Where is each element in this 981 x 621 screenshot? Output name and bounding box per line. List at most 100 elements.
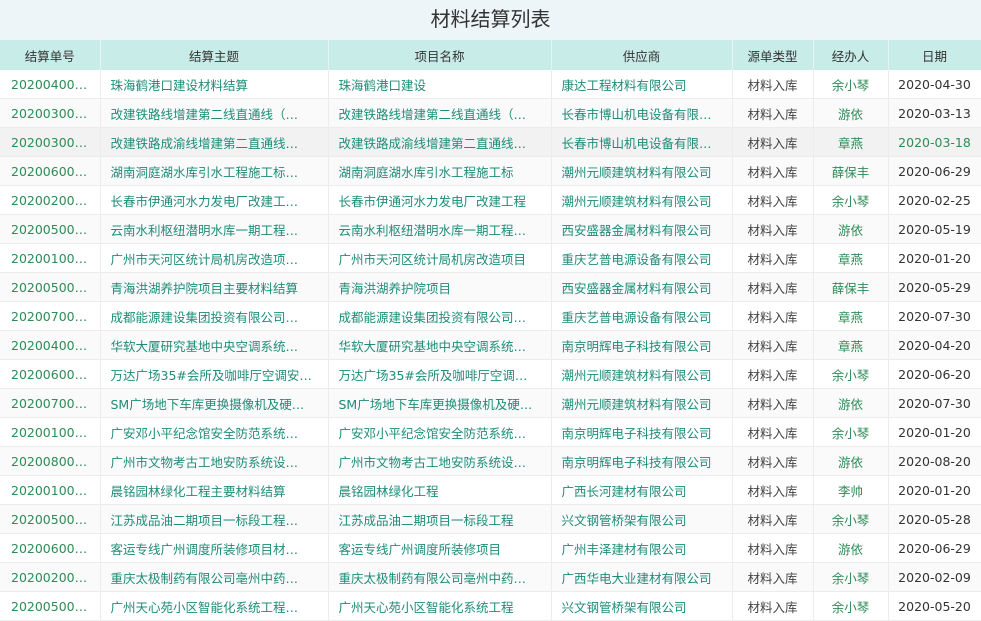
column-header-handler[interactable]: 经办人 bbox=[813, 40, 889, 70]
cell-subject[interactable]: 改建铁路线增建第二线直通线（… bbox=[100, 98, 329, 128]
cell-supplier[interactable]: 潮州元顺建筑材料有限公司 bbox=[551, 359, 733, 389]
table-row[interactable]: 2020030001 改建铁路线增建第二线直通线（… 改建铁路线增建第二线直通线（…… bbox=[0, 98, 981, 128]
cell-project[interactable]: 改建铁路线增建第二线直通线（… bbox=[328, 98, 552, 128]
table-row[interactable]: 2020060003 客运专线广州调度所装修项目材… 客运专线广州调度所装修项目 广州… bbox=[0, 533, 981, 563]
cell-supplier[interactable]: 潮州元顺建筑材料有限公司 bbox=[551, 388, 733, 418]
table-row[interactable]: 2020050004 广州天心苑小区智能化系统工程… 广州天心苑小区智能化系统工程兴… bbox=[0, 591, 981, 621]
cell-subject[interactable]: 湖南洞庭湖水库引水工程施工标… bbox=[100, 156, 329, 186]
cell-project[interactable]: 万达广场35#会所及咖啡厅空调… bbox=[328, 359, 552, 389]
cell-supplier[interactable]: 潮州元顺建筑材料有限公司 bbox=[551, 185, 733, 215]
cell-project[interactable]: 客运专线广州调度所装修项目 bbox=[328, 533, 552, 563]
cell-subject[interactable]: 华软大厦研究基地中央空调系统… bbox=[100, 330, 329, 360]
table-row[interactable]: 2020010003 广州市天河区统计局机房改造项… 广州市天河区统计局机房改造项目… bbox=[0, 243, 981, 273]
cell-subject[interactable]: 青海洪湖养护院项目主要材料结算 bbox=[100, 272, 329, 302]
cell-settlement-no[interactable]: 2020040003 bbox=[0, 70, 101, 99]
cell-supplier[interactable]: 兴文钢管桥架有限公司 bbox=[551, 504, 733, 534]
cell-settlement-no[interactable]: 2020030005 bbox=[0, 127, 101, 157]
column-header-source-type[interactable]: 源单类型 bbox=[732, 40, 814, 70]
cell-settlement-no[interactable]: 2020050003 bbox=[0, 214, 101, 244]
table-row[interactable]: 2020030005 改建铁路成渝线增建第二直通线… 改建铁路成渝线增建第二直通线…… bbox=[0, 127, 981, 157]
cell-settlement-no[interactable]: 2020080002 bbox=[0, 446, 101, 476]
cell-subject[interactable]: 广州天心苑小区智能化系统工程… bbox=[100, 591, 329, 621]
column-header-supplier[interactable]: 供应商 bbox=[551, 40, 733, 70]
cell-settlement-no[interactable]: 2020050004 bbox=[0, 591, 101, 621]
cell-settlement-no[interactable]: 2020070004 bbox=[0, 301, 101, 331]
cell-project[interactable]: 江苏成品油二期项目一标段工程 bbox=[328, 504, 552, 534]
cell-project[interactable]: 云南水利枢纽潜明水库一期工程… bbox=[328, 214, 552, 244]
cell-subject[interactable]: 珠海鹤港口建设材料结算 bbox=[100, 70, 329, 99]
table-row[interactable]: 2020060004 湖南洞庭湖水库引水工程施工标… 湖南洞庭湖水库引水工程施工标潮… bbox=[0, 156, 981, 186]
column-header-subject[interactable]: 结算主题 bbox=[100, 40, 329, 70]
cell-settlement-no[interactable]: 2020020010 bbox=[0, 185, 101, 215]
cell-project[interactable]: 晨铭园林绿化工程 bbox=[328, 475, 552, 505]
cell-settlement-no[interactable]: 2020060002 bbox=[0, 359, 101, 389]
column-header-project[interactable]: 项目名称 bbox=[328, 40, 552, 70]
cell-project[interactable]: 重庆太极制药有限公司亳州中药… bbox=[328, 562, 552, 592]
cell-settlement-no[interactable]: 2020040005 bbox=[0, 330, 101, 360]
cell-settlement-no[interactable]: 2020010008 bbox=[0, 475, 101, 505]
cell-supplier[interactable]: 重庆艺普电源设备有限公司 bbox=[551, 243, 733, 273]
cell-settlement-no[interactable]: 2020070003 bbox=[0, 388, 101, 418]
cell-supplier[interactable]: 康达工程材料有限公司 bbox=[551, 70, 733, 99]
cell-subject[interactable]: 广安邓小平纪念馆安全防范系统… bbox=[100, 417, 329, 447]
cell-project[interactable]: 广州天心苑小区智能化系统工程 bbox=[328, 591, 552, 621]
cell-supplier[interactable]: 兴文钢管桥架有限公司 bbox=[551, 591, 733, 621]
cell-supplier[interactable]: 南京明辉电子科技有限公司 bbox=[551, 446, 733, 476]
table-row[interactable]: 2020050006 青海洪湖养护院项目主要材料结算 青海洪湖养护院项目 西安盛器金属… bbox=[0, 272, 981, 302]
cell-project[interactable]: 华软大厦研究基地中央空调系统… bbox=[328, 330, 552, 360]
cell-supplier[interactable]: 重庆艺普电源设备有限公司 bbox=[551, 301, 733, 331]
cell-supplier[interactable]: 南京明辉电子科技有限公司 bbox=[551, 330, 733, 360]
cell-project[interactable]: 改建铁路成渝线增建第二直通线… bbox=[328, 127, 552, 157]
cell-project[interactable]: 长春市伊通河水力发电厂改建工程 bbox=[328, 185, 552, 215]
cell-subject[interactable]: 万达广场35#会所及咖啡厅空调安… bbox=[100, 359, 329, 389]
cell-supplier[interactable]: 长春市博山机电设备有限… bbox=[551, 98, 733, 128]
cell-subject[interactable]: 成都能源建设集团投资有限公司… bbox=[100, 301, 329, 331]
column-header-no[interactable]: 结算单号 bbox=[0, 40, 101, 70]
cell-project[interactable]: 广安邓小平纪念馆安全防范系统… bbox=[328, 417, 552, 447]
table-row[interactable]: 2020040003 珠海鹤港口建设材料结算 珠海鹤港口建设 康达工程材料有限公司 材料… bbox=[0, 70, 981, 99]
cell-subject[interactable]: 云南水利枢纽潜明水库一期工程… bbox=[100, 214, 329, 244]
cell-settlement-no[interactable]: 2020030001 bbox=[0, 98, 101, 128]
table-row[interactable]: 2020070003 SM广场地下车库更换摄像机及硬… SM广场地下车库更换摄像机及… bbox=[0, 388, 981, 418]
table-row[interactable]: 2020070004 成都能源建设集团投资有限公司… 成都能源建设集团投资有限公司…… bbox=[0, 301, 981, 331]
cell-project[interactable]: 成都能源建设集团投资有限公司… bbox=[328, 301, 552, 331]
cell-project[interactable]: SM广场地下车库更换摄像机及硬… bbox=[328, 388, 552, 418]
cell-subject[interactable]: 长春市伊通河水力发电厂改建工… bbox=[100, 185, 329, 215]
cell-subject[interactable]: 广州市文物考古工地安防系统设… bbox=[100, 446, 329, 476]
cell-subject[interactable]: 客运专线广州调度所装修项目材… bbox=[100, 533, 329, 563]
cell-subject[interactable]: 重庆太极制药有限公司亳州中药… bbox=[100, 562, 329, 592]
table-row[interactable]: 2020020010 长春市伊通河水力发电厂改建工… 长春市伊通河水力发电厂改建工程… bbox=[0, 185, 981, 215]
cell-project[interactable]: 珠海鹤港口建设 bbox=[328, 70, 552, 99]
cell-settlement-no[interactable]: 2020010002 bbox=[0, 417, 101, 447]
cell-settlement-no[interactable]: 2020010003 bbox=[0, 243, 101, 273]
table-row[interactable]: 2020020004 重庆太极制药有限公司亳州中药… 重庆太极制药有限公司亳州中药…… bbox=[0, 562, 981, 592]
table-row[interactable]: 2020010008 晨铭园林绿化工程主要材料结算 晨铭园林绿化工程 广西长河建材有限… bbox=[0, 475, 981, 505]
table-row[interactable]: 2020060002 万达广场35#会所及咖啡厅空调安… 万达广场35#会所及咖啡厅… bbox=[0, 359, 981, 389]
cell-subject[interactable]: 广州市天河区统计局机房改造项… bbox=[100, 243, 329, 273]
cell-project[interactable]: 湖南洞庭湖水库引水工程施工标 bbox=[328, 156, 552, 186]
cell-supplier[interactable]: 潮州元顺建筑材料有限公司 bbox=[551, 156, 733, 186]
cell-settlement-no[interactable]: 2020060004 bbox=[0, 156, 101, 186]
cell-settlement-no[interactable]: 2020050005 bbox=[0, 504, 101, 534]
cell-subject[interactable]: SM广场地下车库更换摄像机及硬… bbox=[100, 388, 329, 418]
cell-subject[interactable]: 改建铁路成渝线增建第二直通线… bbox=[100, 127, 329, 157]
cell-supplier[interactable]: 广州丰泽建材有限公司 bbox=[551, 533, 733, 563]
cell-project[interactable]: 广州市天河区统计局机房改造项目 bbox=[328, 243, 552, 273]
cell-supplier[interactable]: 广西长河建材有限公司 bbox=[551, 475, 733, 505]
cell-settlement-no[interactable]: 2020020004 bbox=[0, 562, 101, 592]
cell-project[interactable]: 青海洪湖养护院项目 bbox=[328, 272, 552, 302]
cell-subject[interactable]: 江苏成品油二期项目一标段工程… bbox=[100, 504, 329, 534]
table-row[interactable]: 2020010002 广安邓小平纪念馆安全防范系统… 广安邓小平纪念馆安全防范系统…… bbox=[0, 417, 981, 447]
cell-settlement-no[interactable]: 2020060003 bbox=[0, 533, 101, 563]
table-row[interactable]: 2020080002 广州市文物考古工地安防系统设… 广州市文物考古工地安防系统设…… bbox=[0, 446, 981, 476]
table-row[interactable]: 2020050005 江苏成品油二期项目一标段工程… 江苏成品油二期项目一标段工程兴… bbox=[0, 504, 981, 534]
cell-supplier[interactable]: 西安盛器金属材料有限公司 bbox=[551, 214, 733, 244]
cell-project[interactable]: 广州市文物考古工地安防系统设… bbox=[328, 446, 552, 476]
cell-settlement-no[interactable]: 2020050006 bbox=[0, 272, 101, 302]
table-row[interactable]: 2020050003 云南水利枢纽潜明水库一期工程… 云南水利枢纽潜明水库一期工程…… bbox=[0, 214, 981, 244]
column-header-date[interactable]: 日期 bbox=[888, 40, 981, 70]
cell-supplier[interactable]: 长春市博山机电设备有限… bbox=[551, 127, 733, 157]
cell-supplier[interactable]: 南京明辉电子科技有限公司 bbox=[551, 417, 733, 447]
table-row[interactable]: 2020040005 华软大厦研究基地中央空调系统… 华软大厦研究基地中央空调系统…… bbox=[0, 330, 981, 360]
cell-supplier[interactable]: 广西华电大业建材有限公司 bbox=[551, 562, 733, 592]
